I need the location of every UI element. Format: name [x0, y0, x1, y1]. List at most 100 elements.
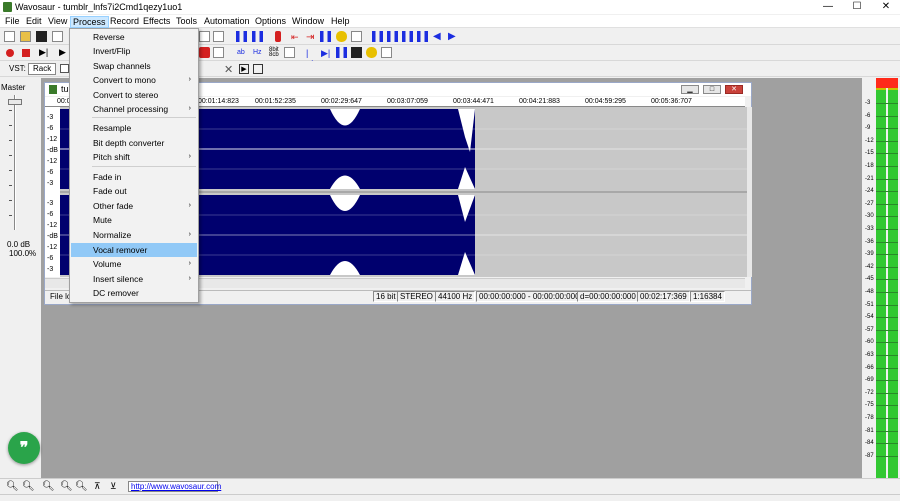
goto-end-icon[interactable]: ▶|: [320, 47, 331, 58]
vu-scale-label: -84: [865, 440, 874, 447]
save-icon[interactable]: [36, 31, 47, 42]
resample-icon[interactable]: Hz: [252, 47, 263, 58]
menu-separator: [92, 166, 196, 167]
open-file-icon[interactable]: [20, 31, 31, 42]
menu-window[interactable]: Window: [290, 16, 326, 28]
process-menu-item[interactable]: Pitch shift ›: [71, 150, 197, 164]
website-link[interactable]: http://www.wavosaur.com: [128, 481, 221, 492]
bitdepth-icon[interactable]: ab: [236, 47, 247, 58]
play-icon[interactable]: ▶|: [38, 47, 49, 58]
menu-help[interactable]: Help: [329, 16, 352, 28]
process-menu-item[interactable]: Vocal remover: [71, 243, 197, 257]
process-menu-item[interactable]: Bit depth converter: [71, 136, 197, 150]
process-menu-item[interactable]: Other fade ›: [71, 199, 197, 213]
process-menu-item[interactable]: Convert to mono ›: [71, 73, 197, 87]
arrow-right-icon[interactable]: ⇥: [305, 31, 316, 43]
vu-scale-label: -15: [865, 150, 874, 157]
process-menu-item[interactable]: Reverse: [71, 30, 197, 44]
wave-join-icon[interactable]: [252, 31, 263, 42]
document-minimize-button[interactable]: ▁: [681, 85, 699, 94]
trash2-icon[interactable]: [381, 47, 392, 58]
vu-scale-label: -57: [865, 326, 874, 333]
loop-icon[interactable]: [320, 31, 331, 42]
rack-button[interactable]: Rack: [28, 63, 57, 75]
goto-start-icon[interactable]: |◀: [305, 47, 316, 68]
zoom-v-in-icon[interactable]: ⊼: [94, 481, 101, 492]
process-menu-item[interactable]: Insert silence ›: [71, 272, 197, 286]
quote-icon[interactable]: ❞: [8, 432, 40, 464]
submenu-arrow-icon: ›: [188, 231, 191, 238]
menu-automation[interactable]: Automation: [202, 16, 252, 28]
process-menu-item[interactable]: Fade out: [71, 184, 197, 198]
lock2-icon[interactable]: [366, 47, 377, 58]
menu-edit[interactable]: Edit: [24, 16, 44, 28]
process-menu-item[interactable]: Swap channels: [71, 59, 197, 73]
zoom-fit-icon[interactable]: 🔍︎: [75, 481, 88, 492]
vu-scale-label: -72: [865, 389, 874, 396]
menu-view[interactable]: View: [46, 16, 69, 28]
axis-label: -dB: [47, 147, 58, 154]
menu-record[interactable]: Record: [108, 16, 141, 28]
play-sel-icon[interactable]: ▶: [58, 47, 69, 58]
menu-process[interactable]: Process: [70, 16, 109, 28]
process-menu-item[interactable]: Resample: [71, 121, 197, 135]
document-maximize-button[interactable]: □: [703, 85, 721, 94]
menu-tools[interactable]: Tools: [174, 16, 199, 28]
expand-icon[interactable]: [402, 31, 413, 42]
play-vst-icon[interactable]: ▶: [239, 64, 249, 74]
region-icon[interactable]: [199, 47, 210, 58]
menu-options[interactable]: Options: [253, 16, 288, 28]
zoom-v-out-icon[interactable]: ⊻: [110, 481, 117, 492]
vu-scale-line: [876, 128, 898, 130]
split-icon[interactable]: [372, 31, 383, 42]
snap-icon[interactable]: [351, 47, 362, 58]
process-menu-item[interactable]: Fade in: [71, 170, 197, 184]
trash-icon[interactable]: [351, 31, 362, 42]
zoom-all-icon[interactable]: 🔍︎: [60, 481, 73, 492]
pencil-icon[interactable]: [284, 47, 295, 58]
vu-scale-line: [876, 229, 898, 230]
zoom-sel-icon[interactable]: 🔍︎: [42, 481, 55, 492]
process-menu-item[interactable]: Mute: [71, 213, 197, 227]
marker-icon[interactable]: [275, 31, 281, 42]
maximize-button[interactable]: ☐: [843, 0, 871, 14]
stop-vst-icon[interactable]: [253, 64, 263, 74]
close-vst-icon[interactable]: ✕: [224, 63, 233, 76]
lock-icon[interactable]: [336, 31, 347, 42]
process-menu-item[interactable]: Invert/Flip: [71, 44, 197, 58]
menu-effects[interactable]: Effects: [141, 16, 172, 28]
vu-scale-line: [876, 203, 898, 205]
document-close-button[interactable]: ✕: [725, 85, 743, 94]
submenu-arrow-icon: ›: [188, 260, 191, 267]
merge-icon[interactable]: [387, 31, 398, 42]
process-menu-item[interactable]: Normalize ›: [71, 228, 197, 242]
zoom-out-icon[interactable]: 🔍︎: [22, 481, 35, 492]
process-menu-item[interactable]: DC remover: [71, 286, 197, 300]
close-button[interactable]: ✕: [872, 0, 900, 14]
stop-icon[interactable]: [22, 49, 30, 57]
copy-icon[interactable]: [199, 31, 210, 42]
minimize-button[interactable]: —: [814, 0, 842, 14]
vst-checkbox[interactable]: [60, 64, 69, 73]
vertical-scrollbar[interactable]: [747, 107, 752, 277]
menu-file[interactable]: File: [3, 16, 22, 28]
new-file-icon[interactable]: [4, 31, 15, 42]
axis-label: -3: [47, 180, 54, 187]
bits-icon[interactable]: 8bit 8cb: [268, 47, 279, 58]
zoom-sel-icon[interactable]: [336, 47, 347, 58]
paste-icon[interactable]: [213, 31, 224, 42]
master-slider-knob[interactable]: [8, 99, 22, 105]
next-icon[interactable]: ▶: [447, 31, 458, 42]
cut-icon[interactable]: [52, 31, 63, 42]
vu-peak-indicator: [876, 78, 898, 88]
process-menu-item[interactable]: Volume ›: [71, 257, 197, 271]
shrink-icon[interactable]: [417, 31, 428, 42]
process-menu-item[interactable]: Convert to stereo: [71, 88, 197, 102]
paste-mix-icon[interactable]: [213, 47, 224, 58]
prev-icon[interactable]: ◀: [432, 31, 443, 42]
process-menu-item[interactable]: Channel processing ›: [71, 102, 197, 116]
master-slider-track[interactable]: [14, 95, 16, 230]
zoom-in-icon[interactable]: 🔍︎: [6, 481, 19, 492]
wave-edit-icon[interactable]: [236, 31, 247, 42]
record-icon[interactable]: [6, 49, 14, 57]
